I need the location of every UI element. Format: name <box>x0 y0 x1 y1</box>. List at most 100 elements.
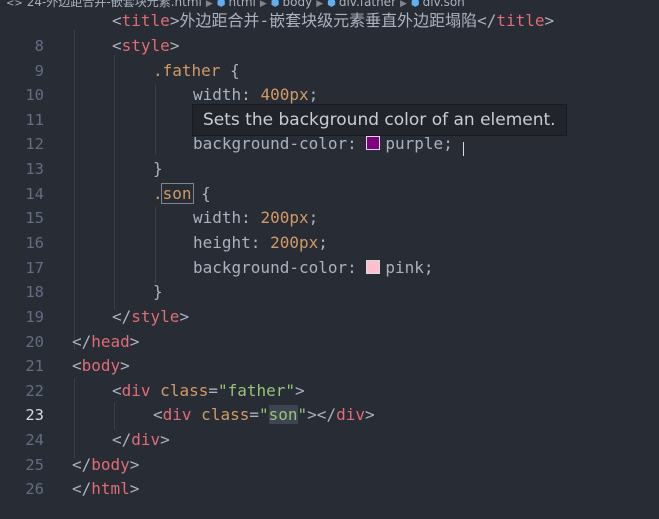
code-line-style-close[interactable]: </style> <box>112 305 189 330</box>
tag-bracket: </ <box>72 455 92 474</box>
tag-bracket: > <box>179 307 190 326</box>
indent-guide <box>155 84 156 155</box>
mouse-cursor-icon <box>463 142 470 156</box>
attr-value-highlighted: son <box>268 405 298 424</box>
code-line-html-close[interactable]: </html> <box>72 477 139 502</box>
tag-name: div <box>336 405 365 424</box>
line-number: 13 <box>25 160 44 178</box>
tag-name: body <box>91 455 130 474</box>
color-swatch-purple[interactable] <box>366 136 381 150</box>
line-number: 26 <box>25 480 44 498</box>
semicolon: ; <box>318 233 328 252</box>
tag-bracket: </ <box>72 332 92 351</box>
html-file-icon: <> <box>6 0 23 9</box>
chevron-right-icon: ▶ <box>316 0 324 9</box>
tag-bracket: > <box>129 455 140 474</box>
breadcrumb-item-html[interactable]: html <box>229 0 256 9</box>
tag-bracket: < <box>112 36 122 55</box>
code-line-son-selector[interactable]: .son { <box>153 182 211 207</box>
line-number: 16 <box>25 234 44 252</box>
line-number: 25 <box>25 456 44 474</box>
line-number: 10 <box>25 86 44 104</box>
code-line-div-father[interactable]: <div class="father"> <box>112 379 305 404</box>
tag-name: style <box>121 36 170 55</box>
code-line-son-height[interactable]: height: 200px; <box>193 231 328 256</box>
chevron-right-icon: ▶ <box>259 0 267 9</box>
tag-bracket: </ <box>112 430 132 449</box>
tag-bracket: < <box>72 356 82 375</box>
attr-value: "father" <box>217 381 296 400</box>
css-property: height: <box>193 233 271 252</box>
css-value: 400px <box>260 85 309 104</box>
element-icon: ⬢ <box>410 0 420 9</box>
brace: } <box>153 282 163 301</box>
css-value: 200px <box>270 233 319 252</box>
line-number: 15 <box>25 209 44 227</box>
breadcrumb-item-div-son[interactable]: div.son <box>423 0 465 9</box>
indent-guide <box>155 207 156 284</box>
title-text: 外边距合并-嵌套块级元素垂直外边距塌陷 <box>179 11 478 30</box>
brace: { <box>191 184 211 203</box>
indent-guide <box>114 55 115 310</box>
tag-bracket: > <box>129 332 140 351</box>
code-line-son-bg[interactable]: background-color: pink; <box>193 256 434 281</box>
equals: = <box>249 405 259 424</box>
css-value: purple <box>385 134 444 153</box>
css-value: pink <box>385 258 424 277</box>
code-line-div-son[interactable]: <div class="son"></div> <box>153 403 375 428</box>
element-icon: ⬢ <box>216 0 226 9</box>
tag-bracket: > <box>544 11 555 30</box>
line-number-active: 23 <box>25 406 44 424</box>
tag-bracket: </ <box>72 479 92 498</box>
code-line-body-open[interactable]: <body> <box>72 354 130 379</box>
tag-bracket: > <box>169 36 180 55</box>
code-line-son-width[interactable]: width: 200px; <box>193 206 318 231</box>
indent-guide <box>74 378 75 458</box>
line-number: 22 <box>25 382 44 400</box>
breadcrumb-item-div-father[interactable]: div.father <box>339 0 396 9</box>
indent-guide <box>114 402 115 430</box>
element-icon: ⬢ <box>327 0 336 9</box>
code-line-father-selector[interactable]: .father { <box>153 59 240 84</box>
tag-bracket: < <box>112 11 122 30</box>
code-line-div-close[interactable]: </div> <box>112 428 170 453</box>
breadcrumb-item-body[interactable]: body <box>283 0 313 9</box>
hover-tooltip: Sets the background color of an element. <box>192 104 567 136</box>
tag-bracket: > <box>364 405 375 424</box>
tag-bracket: </ <box>477 11 497 30</box>
line-number: 14 <box>25 185 44 203</box>
code-line-style-open[interactable]: <style> <box>112 34 179 59</box>
css-property: background-color: <box>193 258 367 277</box>
color-swatch-pink[interactable] <box>366 260 381 274</box>
attr-name: class <box>150 381 209 400</box>
line-number: 19 <box>25 308 44 326</box>
element-icon: ⬢ <box>270 0 280 9</box>
code-editor[interactable]: <> 24-外边距合并-嵌套块元素.html ▶ ⬢ html ▶ ⬢ body ▶ ⬢ div.f… <box>0 0 659 519</box>
line-number: 12 <box>25 135 44 153</box>
chevron-right-icon: ▶ <box>205 0 213 9</box>
tag-name: div <box>131 430 161 449</box>
css-property: background-color: <box>193 134 367 153</box>
code-line-brace-close[interactable]: } <box>153 157 163 182</box>
code-line-title[interactable]: <title>外边距合并-嵌套块级元素垂直外边距塌陷</title> <box>112 9 554 34</box>
code-line-body-close[interactable]: </body> <box>72 453 139 478</box>
tag-bracket: > <box>129 479 140 498</box>
line-number: 8 <box>34 37 44 55</box>
semicolon: ; <box>443 134 453 153</box>
line-number: 18 <box>25 283 44 301</box>
tag-bracket: > <box>169 11 180 30</box>
line-number: 24 <box>25 431 44 449</box>
chevron-right-icon: ▶ <box>400 0 407 9</box>
code-line-head-close[interactable]: </head> <box>72 330 139 355</box>
attr-name: class <box>191 405 250 424</box>
breadcrumb-file[interactable]: 24-外边距合并-嵌套块元素.html <box>27 0 202 9</box>
tag-name: div <box>121 381 151 400</box>
semicolon: ; <box>423 258 434 277</box>
tag-bracket: ></ <box>307 405 337 424</box>
line-number: 17 <box>25 259 44 277</box>
tag-bracket: < <box>112 381 122 400</box>
brace: } <box>153 159 163 178</box>
code-line-brace-close[interactable]: } <box>153 280 163 305</box>
semicolon: ; <box>308 208 319 227</box>
attr-quote: " <box>297 405 308 424</box>
